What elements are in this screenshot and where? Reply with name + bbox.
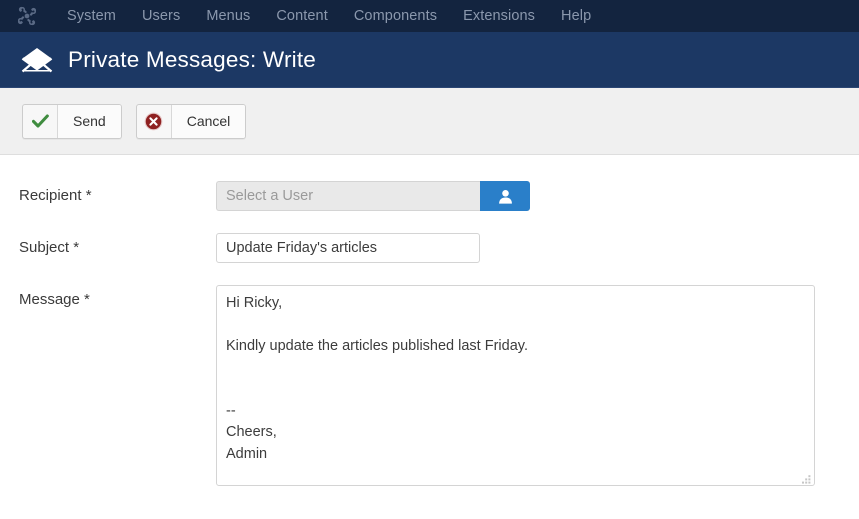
admin-nav: System Users Menus Content Components Ex…	[54, 0, 604, 32]
cancel-circle-icon	[137, 104, 172, 138]
check-icon	[23, 104, 58, 138]
nav-item-help[interactable]: Help	[548, 0, 604, 32]
nav-item-content[interactable]: Content	[263, 0, 341, 32]
recipient-row: Recipient *	[0, 181, 859, 211]
message-form: Recipient * Subject * Message *	[0, 155, 859, 486]
subject-input[interactable]	[216, 233, 480, 263]
cancel-button[interactable]: Cancel	[135, 103, 247, 139]
nav-item-menus[interactable]: Menus	[193, 0, 263, 32]
envelope-icon	[20, 45, 54, 75]
message-textarea[interactable]	[216, 285, 815, 486]
subject-row: Subject *	[0, 233, 859, 263]
recipient-label: Recipient *	[19, 187, 92, 204]
joomla-logo-icon[interactable]	[14, 3, 40, 29]
cancel-button-label: Cancel	[171, 104, 246, 138]
user-icon	[497, 188, 514, 205]
nav-item-extensions[interactable]: Extensions	[450, 0, 548, 32]
message-textarea-wrap	[216, 285, 815, 486]
select-user-button[interactable]	[480, 181, 530, 211]
subject-label: Subject *	[19, 239, 80, 256]
action-toolbar: Send Cancel	[0, 88, 859, 155]
nav-item-system[interactable]: System	[54, 0, 129, 32]
nav-item-components[interactable]: Components	[341, 0, 450, 32]
send-button[interactable]: Send	[22, 103, 122, 139]
message-row: Message *	[0, 285, 859, 486]
message-label: Message *	[19, 291, 90, 308]
send-button-label: Send	[58, 104, 121, 138]
recipient-input[interactable]	[216, 181, 480, 211]
page-title: Private Messages: Write	[68, 46, 317, 72]
admin-topbar: System Users Menus Content Components Ex…	[0, 0, 859, 32]
nav-item-users[interactable]: Users	[129, 0, 193, 32]
page-title-bar: Private Messages: Write	[0, 32, 859, 88]
recipient-input-group	[216, 181, 530, 211]
